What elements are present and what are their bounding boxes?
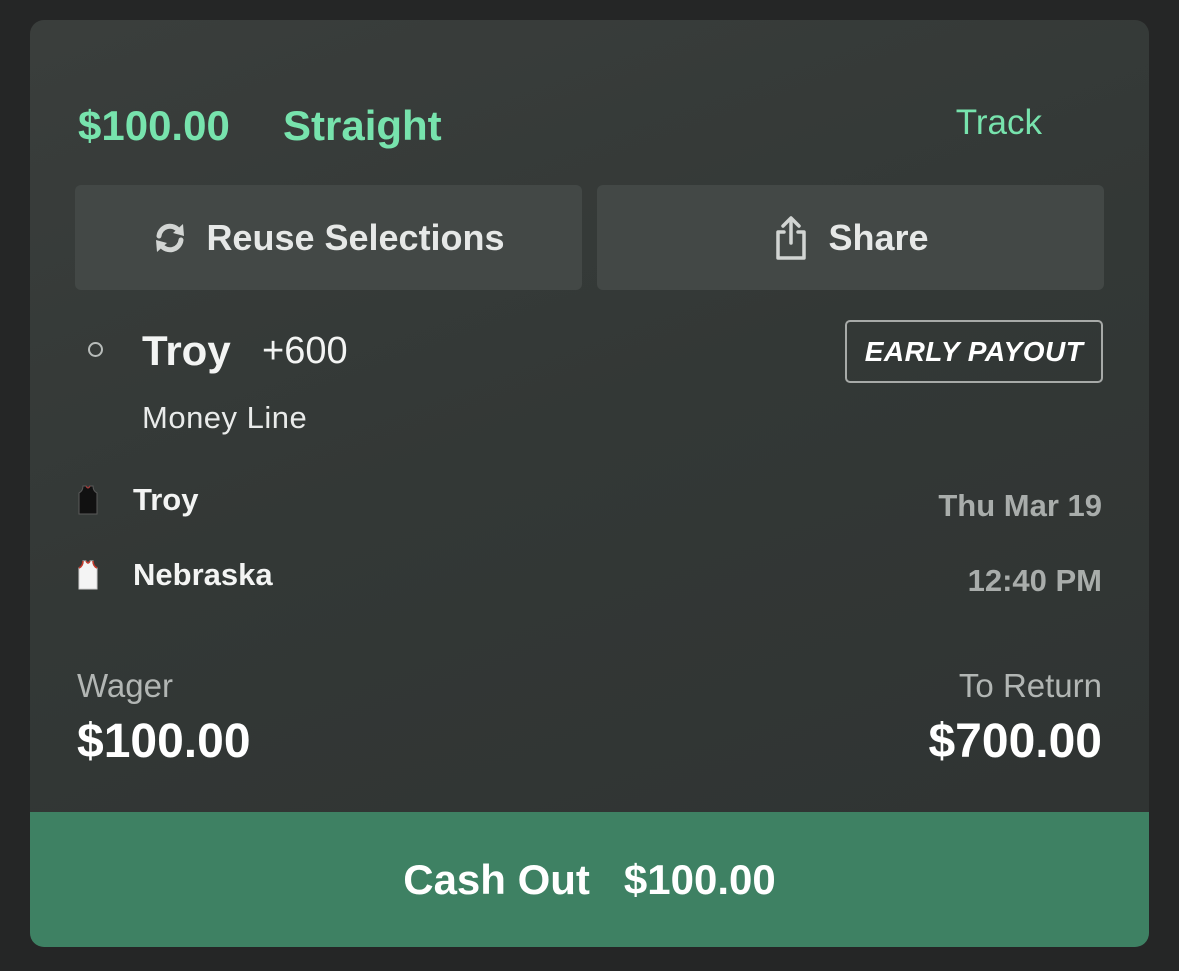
reuse-selections-button[interactable]: Reuse Selections <box>75 185 582 290</box>
selection-odds: +600 <box>262 330 348 372</box>
reuse-selections-label: Reuse Selections <box>206 216 505 258</box>
wager-label: Wager <box>77 667 173 704</box>
cash-out-label: Cash Out <box>403 855 590 903</box>
market-type: Money Line <box>142 400 308 435</box>
bet-amount: $100.00 <box>78 102 230 149</box>
share-button[interactable]: Share <box>597 185 1104 290</box>
cash-out-button[interactable]: Cash Out $100.00 <box>30 812 1149 947</box>
cash-out-amount: $100.00 <box>623 855 776 903</box>
event-time: 12:40 PM <box>967 563 1102 598</box>
event-date: Thu Mar 19 <box>938 488 1102 523</box>
bet-card: $100.00 Straight Track Reuse Selections … <box>30 20 1149 947</box>
refresh-icon <box>152 219 188 257</box>
to-return-label: To Return <box>958 667 1102 704</box>
share-label: Share <box>828 216 929 258</box>
to-return-value: $700.00 <box>928 715 1102 768</box>
bet-type: Straight <box>283 102 442 149</box>
matchup-team-nebraska: Nebraska <box>133 557 273 592</box>
black-jersey-icon <box>77 485 99 515</box>
selection-status-icon <box>88 342 103 357</box>
matchup-team-troy: Troy <box>133 482 199 517</box>
wager-value: $100.00 <box>77 715 251 768</box>
early-payout-badge: EARLY PAYOUT <box>845 320 1103 383</box>
share-icon <box>772 215 810 261</box>
white-jersey-icon <box>77 560 99 590</box>
track-link[interactable]: Track <box>956 102 1042 144</box>
selection-team: Troy <box>142 327 231 374</box>
